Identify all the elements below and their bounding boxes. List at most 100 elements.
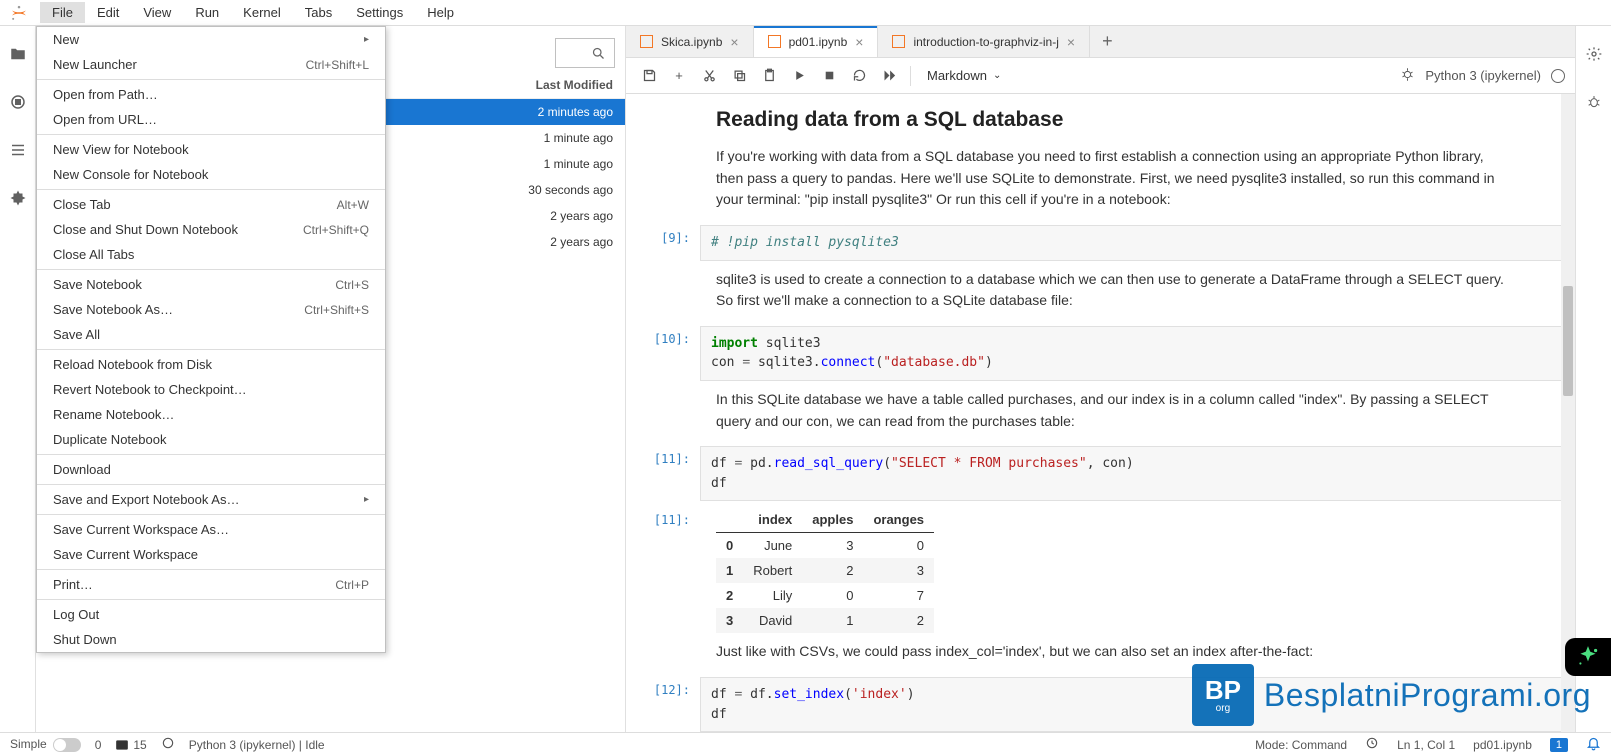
- search-icon: [591, 46, 606, 61]
- current-file: pd01.ipynb: [1473, 738, 1532, 752]
- menu-item-save-notebook-as-[interactable]: Save Notebook As…Ctrl+Shift+S: [37, 297, 385, 322]
- debugger-icon[interactable]: [1584, 92, 1604, 112]
- tab-skica[interactable]: Skica.ipynb×: [626, 26, 754, 57]
- folder-icon[interactable]: [8, 44, 28, 64]
- property-inspector-icon[interactable]: [1584, 44, 1604, 64]
- menu-item-shut-down[interactable]: Shut Down: [37, 627, 385, 652]
- code-input[interactable]: # !pip install pysqlite3: [700, 225, 1565, 261]
- menu-item-close-and-shut-down-notebook[interactable]: Close and Shut Down NotebookCtrl+Shift+Q: [37, 217, 385, 242]
- stop-button[interactable]: [816, 63, 842, 89]
- lsp-icon[interactable]: [161, 736, 175, 753]
- add-cell-button[interactable]: +: [666, 63, 692, 89]
- ai-assistant-badge[interactable]: [1565, 638, 1611, 676]
- code-input[interactable]: import sqlite3 con = sqlite3.connect("da…: [700, 326, 1565, 381]
- menu-run[interactable]: Run: [183, 2, 231, 23]
- terminals-count[interactable]: 15: [115, 738, 146, 752]
- code-cell-9[interactable]: [9]: # !pip install pysqlite3: [630, 225, 1565, 261]
- prompt: [9]:: [630, 225, 700, 261]
- menu-item-new-console-for-notebook[interactable]: New Console for Notebook: [37, 162, 385, 187]
- copy-button[interactable]: [726, 63, 752, 89]
- bell-icon[interactable]: [1586, 736, 1601, 754]
- menu-help[interactable]: Help: [415, 2, 466, 23]
- tab-graphviz[interactable]: introduction-to-graphviz-in-j×: [878, 26, 1090, 57]
- dataframe-output: index apples oranges 0June301Robert232Li…: [716, 507, 934, 633]
- menu-item-save-notebook[interactable]: Save NotebookCtrl+S: [37, 272, 385, 297]
- notebook-icon: [640, 35, 653, 48]
- save-button[interactable]: [636, 63, 662, 89]
- menu-item-log-out[interactable]: Log Out: [37, 602, 385, 627]
- cursor-position: Ln 1, Col 1: [1397, 738, 1455, 752]
- kernel-name[interactable]: Python 3 (ipykernel): [1425, 68, 1541, 83]
- code-cell-11[interactable]: [11]: df = pd.read_sql_query("SELECT * F…: [630, 446, 1565, 501]
- run-all-button[interactable]: [876, 63, 902, 89]
- cut-button[interactable]: [696, 63, 722, 89]
- chevron-right-icon: ▸: [364, 34, 369, 45]
- menu-item-revert-notebook-to-checkpoint-[interactable]: Revert Notebook to Checkpoint…: [37, 377, 385, 402]
- menu-view[interactable]: View: [131, 2, 183, 23]
- new-tab-button[interactable]: +: [1090, 26, 1125, 57]
- menu-item-new-launcher[interactable]: New LauncherCtrl+Shift+L: [37, 52, 385, 77]
- menu-edit[interactable]: Edit: [85, 2, 131, 23]
- bp-logo: BP org: [1192, 664, 1254, 726]
- menu-item-save-current-workspace-as-[interactable]: Save Current Workspace As…: [37, 517, 385, 542]
- tab-bar: Skica.ipynb× pd01.ipynb× introduction-to…: [626, 26, 1575, 58]
- status-bar: Simple 0 15 Python 3 (ipykernel) | Idle …: [0, 732, 1611, 756]
- file-browser-panel: e ▲ Last Modified 2 minutes ago1 minute …: [36, 26, 626, 732]
- scrollbar-thumb[interactable]: [1563, 286, 1573, 396]
- close-icon[interactable]: ×: [730, 34, 738, 50]
- tab-pd01[interactable]: pd01.ipynb×: [754, 26, 879, 57]
- menu-settings[interactable]: Settings: [344, 2, 415, 23]
- menu-item-new-view-for-notebook[interactable]: New View for Notebook: [37, 137, 385, 162]
- table-row: 3David12: [716, 608, 934, 633]
- simple-toggle-label[interactable]: Simple: [10, 737, 81, 752]
- saving-icon: [1365, 736, 1379, 753]
- running-icon[interactable]: [8, 92, 28, 112]
- menu-item-close-tab[interactable]: Close TabAlt+W: [37, 192, 385, 217]
- code-cell-10[interactable]: [10]: import sqlite3 con = sqlite3.conne…: [630, 326, 1565, 381]
- notebook-icon: [768, 35, 781, 48]
- menu-item-close-all-tabs[interactable]: Close All Tabs: [37, 242, 385, 267]
- menu-item-duplicate-notebook[interactable]: Duplicate Notebook: [37, 427, 385, 452]
- menu-file[interactable]: File: [40, 2, 85, 23]
- table-row: 2Lily07: [716, 583, 934, 608]
- menu-item-new[interactable]: New▸: [37, 27, 385, 52]
- notebook-toolbar: + Markdown ⌄ Python 3 (ipykernel): [626, 58, 1575, 94]
- toggle-icon[interactable]: [53, 738, 81, 752]
- kernel-status-icon[interactable]: [1551, 69, 1565, 83]
- menu-item-save-and-export-notebook-as-[interactable]: Save and Export Notebook As…▸: [37, 487, 385, 512]
- code-input[interactable]: df = pd.read_sql_query("SELECT * FROM pu…: [700, 446, 1565, 501]
- chevron-down-icon: ⌄: [993, 70, 1001, 81]
- notebook-icon: [892, 35, 905, 48]
- close-icon[interactable]: ×: [855, 34, 863, 50]
- close-icon[interactable]: ×: [1067, 34, 1075, 50]
- toc-icon[interactable]: [8, 140, 28, 160]
- menu-item-reload-notebook-from-disk[interactable]: Reload Notebook from Disk: [37, 352, 385, 377]
- paste-button[interactable]: [756, 63, 782, 89]
- extension-icon[interactable]: [8, 188, 28, 208]
- cell-type-select[interactable]: Markdown ⌄: [919, 68, 1009, 83]
- notebook-body[interactable]: Reading data from a SQL database If you'…: [626, 94, 1575, 732]
- menu-item-download[interactable]: Download: [37, 457, 385, 482]
- filter-input[interactable]: [555, 38, 615, 68]
- menu-item-open-from-url-[interactable]: Open from URL…: [37, 107, 385, 132]
- menu-item-rename-notebook-[interactable]: Rename Notebook…: [37, 402, 385, 427]
- file-dropdown-menu: New▸New LauncherCtrl+Shift+L Open from Pa…: [36, 26, 386, 653]
- notification-badge[interactable]: 1: [1550, 738, 1568, 752]
- output-cell-11: [11]: index apples oranges 0June301Rober…: [630, 507, 1565, 633]
- run-button[interactable]: [786, 63, 812, 89]
- watermark: BP org BesplatniProgrami.org: [1192, 664, 1591, 726]
- menu-item-save-current-workspace[interactable]: Save Current Workspace: [37, 542, 385, 567]
- kernel-status[interactable]: Python 3 (ipykernel) | Idle: [189, 738, 325, 752]
- notebook-panel: Skica.ipynb× pd01.ipynb× introduction-to…: [626, 26, 1575, 732]
- prompt: [11]:: [630, 446, 700, 501]
- debug-icon[interactable]: [1400, 67, 1415, 85]
- menu-item-save-all[interactable]: Save All: [37, 322, 385, 347]
- prompt: [11]:: [630, 507, 700, 633]
- menu-kernel[interactable]: Kernel: [231, 2, 293, 23]
- paragraph: sqlite3 is used to create a connection t…: [716, 269, 1505, 312]
- menu-item-open-from-path-[interactable]: Open from Path…: [37, 82, 385, 107]
- scrollbar[interactable]: [1561, 94, 1575, 732]
- restart-button[interactable]: [846, 63, 872, 89]
- menu-tabs[interactable]: Tabs: [293, 2, 344, 23]
- menu-item-print-[interactable]: Print…Ctrl+P: [37, 572, 385, 597]
